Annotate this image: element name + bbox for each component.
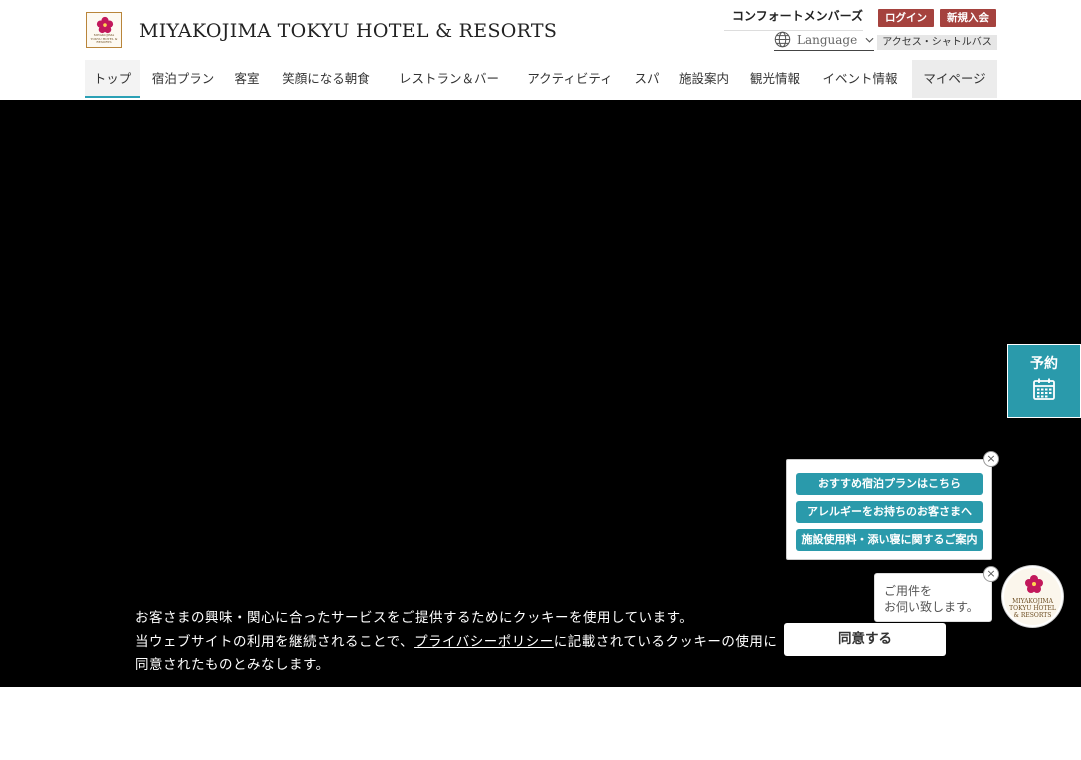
comfort-members-link[interactable]: コンフォートメンバーズ: [723, 5, 863, 31]
top-links: コンフォートメンバーズ ログイン 新規入会: [723, 5, 996, 31]
calendar-icon: [1033, 378, 1055, 400]
nav-item-facilities[interactable]: 施設案内: [677, 60, 731, 98]
hibiscus-logo-icon: [1025, 575, 1043, 593]
allergy-info-button[interactable]: アレルギーをお持ちのお客さまへ: [796, 501, 983, 523]
cookie-agree-button[interactable]: 同意する: [784, 623, 946, 656]
cookie-text-line3: 同意されたものとみなします。: [135, 657, 330, 673]
nav-item-breakfast[interactable]: 笑顔になる朝食: [280, 60, 372, 98]
recommend-links-popup: おすすめ宿泊プランはこちら アレルギーをお持ちのお客さまへ 施設使用料・添い寝に…: [786, 459, 992, 560]
main-nav: トップ 宿泊プラン 客室 笑顔になる朝食 レストラン＆バー アクティビティ スパ…: [85, 60, 997, 98]
chat-bubble[interactable]: ご用件を お伺い致します。: [874, 573, 992, 622]
chevron-down-icon: [865, 37, 874, 43]
facility-fees-button[interactable]: 施設使用料・添い寝に関するご案内: [796, 529, 983, 551]
avatar-logo-text: MIYAKOJIMA TOKYU HOTEL & RESORTS: [1009, 598, 1056, 619]
close-icon[interactable]: ×: [983, 566, 999, 582]
reserve-label: 予約: [1030, 356, 1058, 372]
language-selector[interactable]: Language: [774, 31, 875, 51]
nav-item-activities[interactable]: アクティビティ: [525, 60, 615, 98]
nav-item-mypage[interactable]: マイページ: [912, 60, 997, 98]
nav-item-sightseeing[interactable]: 観光情報: [748, 60, 802, 98]
privacy-policy-link[interactable]: プライバシーポリシー: [414, 634, 554, 650]
nav-item-events[interactable]: イベント情報: [821, 60, 899, 98]
nav-item-spa[interactable]: スパ: [633, 60, 661, 98]
logo-small-text: MIYAKOJIMA TOKYU HOTEL & RESORTS: [90, 33, 118, 44]
cookie-text-line2: 当ウェブサイトの利用を継続されることで、プライバシーポリシーに記載されているクッ…: [135, 630, 777, 650]
cookie-text-line2-pre: 当ウェブサイトの利用を継続されることで、: [135, 634, 415, 650]
language-label: Language: [797, 32, 858, 47]
nav-item-rooms[interactable]: 客室: [228, 60, 266, 98]
cookie-text-line2-post: に記載されているクッキーの使用に: [553, 634, 778, 650]
chat-line2: お伺い致します。: [884, 600, 979, 614]
hotel-logo[interactable]: MIYAKOJIMA TOKYU HOTEL & RESORTS: [86, 12, 122, 48]
hibiscus-logo-icon: [96, 16, 114, 34]
access-shuttle-link[interactable]: アクセス・シャトルバス: [877, 35, 997, 50]
reserve-button[interactable]: 予約: [1007, 344, 1081, 418]
recommended-plans-button[interactable]: おすすめ宿泊プランはこちら: [796, 473, 983, 495]
close-icon[interactable]: ×: [983, 451, 999, 467]
brand-name[interactable]: MIYAKOJIMA TOKYU HOTEL & RESORTS: [139, 20, 557, 42]
chat-avatar[interactable]: MIYAKOJIMA TOKYU HOTEL & RESORTS: [1002, 566, 1063, 627]
nav-item-plans[interactable]: 宿泊プラン: [147, 60, 219, 98]
globe-icon: [774, 31, 791, 48]
chat-line1: ご用件を: [884, 584, 933, 598]
signup-button[interactable]: 新規入会: [940, 9, 996, 27]
nav-item-restaurant-bar[interactable]: レストラン＆バー: [397, 60, 501, 98]
nav-item-top[interactable]: トップ: [85, 60, 140, 98]
cookie-text-line1: お客さまの興味・関心に合ったサービスをご提供するためにクッキーを使用しています。: [135, 610, 694, 626]
login-button[interactable]: ログイン: [878, 9, 934, 27]
